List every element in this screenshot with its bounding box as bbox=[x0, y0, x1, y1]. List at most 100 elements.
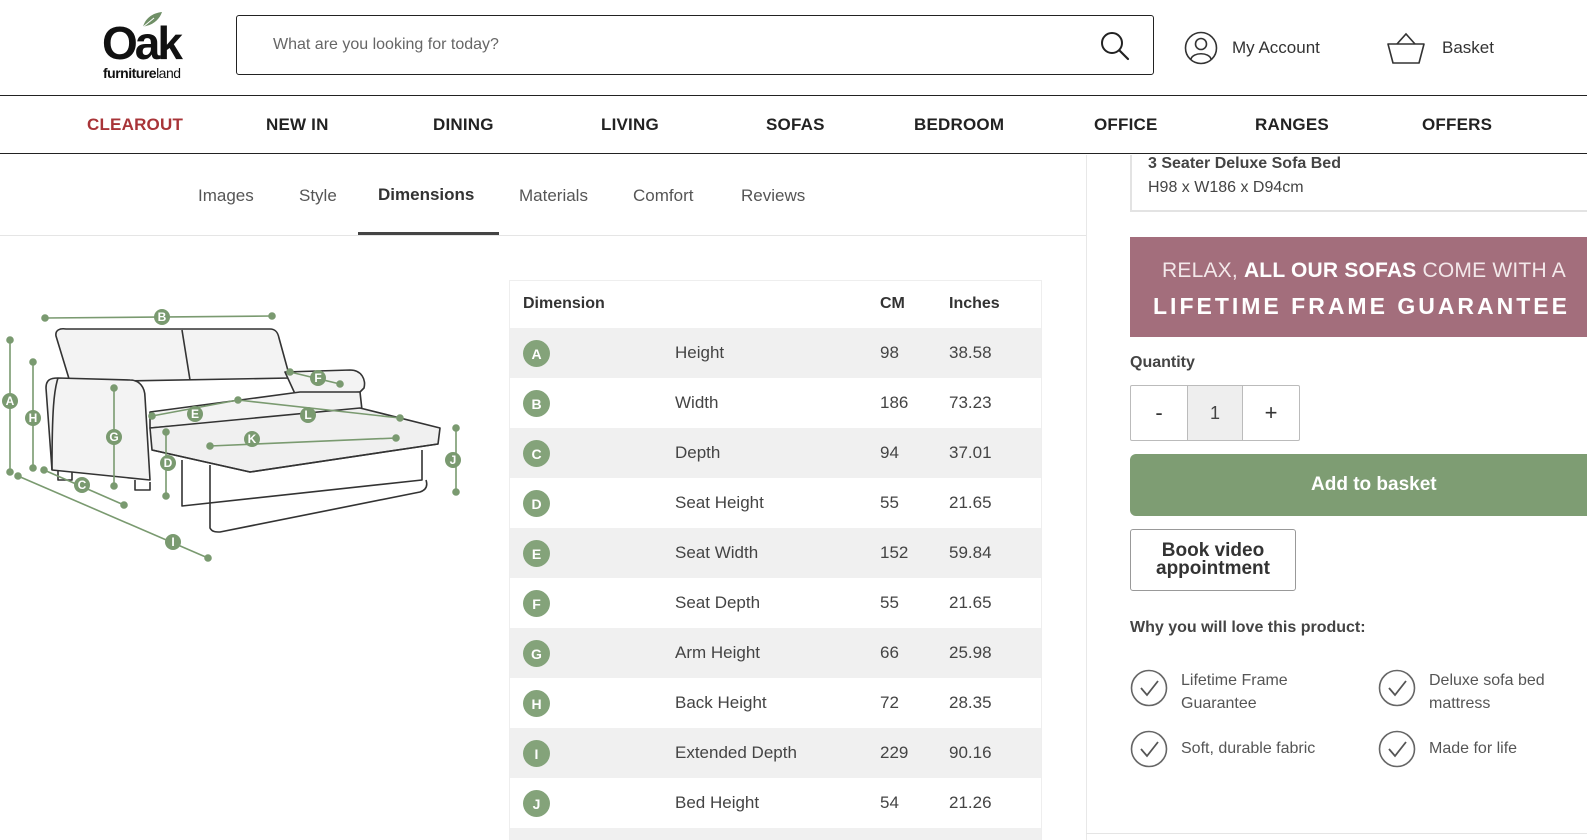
nav-item-new-in[interactable]: NEW IN bbox=[266, 115, 329, 135]
dimension-cm: 186 bbox=[880, 393, 909, 412]
dimension-name: Depth bbox=[675, 443, 721, 462]
table-row: C Depth 94 37.01 bbox=[510, 428, 1041, 478]
feature-item: Deluxe sofa bed mattress bbox=[1378, 669, 1579, 715]
table-row: H Back Height 72 28.35 bbox=[510, 678, 1041, 728]
dimension-inches: 37.01 bbox=[949, 443, 992, 462]
nav-item-living[interactable]: LIVING bbox=[601, 115, 659, 135]
dimension-name: Height bbox=[675, 343, 725, 362]
dimension-name: Seat Height bbox=[675, 493, 764, 512]
nav-item-ranges[interactable]: RANGES bbox=[1255, 115, 1329, 135]
diagram-label-f: F bbox=[310, 370, 326, 386]
diagram-label-a: A bbox=[2, 393, 18, 409]
dimension-cm: 66 bbox=[880, 643, 899, 662]
quantity-value[interactable]: 1 bbox=[1187, 386, 1243, 440]
diagram-label-c: C bbox=[74, 477, 90, 493]
sofa-bed-dimension-diagram: B A H G D C I E F L K J bbox=[2, 309, 461, 562]
tab-comfort[interactable]: Comfort bbox=[633, 186, 693, 206]
feature-item: Soft, durable fabric bbox=[1130, 730, 1315, 768]
column-header-cm: CM bbox=[880, 295, 905, 312]
dimension-letter-badge: I bbox=[523, 740, 550, 767]
dimensions-table: Dimension CM Inches A Height 98 38.58 B … bbox=[509, 280, 1042, 840]
nav-item-bedroom[interactable]: BEDROOM bbox=[914, 115, 1004, 135]
my-account-label: My Account bbox=[1232, 38, 1320, 57]
add-to-basket-button[interactable]: Add to basket bbox=[1130, 454, 1587, 516]
tab-style[interactable]: Style bbox=[299, 186, 337, 206]
table-row: D Seat Height 55 21.65 bbox=[510, 478, 1041, 528]
dimension-name: Seat Width bbox=[675, 543, 759, 562]
dimension-inches: 21.65 bbox=[949, 593, 992, 612]
tab-reviews[interactable]: Reviews bbox=[741, 186, 805, 206]
diagram-label-e: E bbox=[187, 406, 203, 422]
my-account-link[interactable]: My Account bbox=[1184, 30, 1320, 66]
dimension-letter-badge: D bbox=[523, 490, 550, 517]
nav-item-offers[interactable]: OFFERS bbox=[1422, 115, 1492, 135]
dimension-letter-badge: C bbox=[523, 440, 550, 467]
dimension-name: Back Height bbox=[675, 693, 767, 712]
svg-text:B: B bbox=[158, 310, 167, 324]
quantity-decrease-button[interactable]: - bbox=[1131, 386, 1187, 440]
dimension-letter-badge: H bbox=[523, 690, 550, 717]
promo-line-1: RELAX, ALL OUR SOFAS COME WITH A bbox=[1162, 259, 1566, 282]
svg-text:C: C bbox=[78, 478, 87, 492]
section-divider bbox=[1086, 833, 1587, 834]
diagram-label-j: J bbox=[445, 452, 461, 468]
feature-item: Lifetime Frame Guarantee bbox=[1130, 669, 1331, 715]
dimension-letter-badge: A bbox=[523, 340, 550, 367]
feature-item: Made for life bbox=[1378, 730, 1517, 768]
nav-item-dining[interactable]: DINING bbox=[433, 115, 494, 135]
oak-furnitureland-logo[interactable]: Oak furnitureland bbox=[102, 10, 202, 80]
column-divider bbox=[1086, 155, 1087, 840]
basket-icon bbox=[1387, 32, 1425, 64]
diagram-label-g: G bbox=[106, 429, 122, 445]
svg-text:I: I bbox=[171, 535, 174, 549]
dimension-letter-badge: G bbox=[523, 640, 550, 667]
svg-text:H: H bbox=[29, 411, 38, 425]
why-you-will-love-heading: Why you will love this product: bbox=[1130, 619, 1366, 636]
tab-materials[interactable]: Materials bbox=[519, 186, 588, 206]
nav-item-office[interactable]: OFFICE bbox=[1094, 115, 1158, 135]
dimension-cm: 98 bbox=[880, 343, 899, 362]
tab-images[interactable]: Images bbox=[198, 186, 254, 206]
active-tab-indicator bbox=[358, 232, 499, 235]
book-video-appointment-button[interactable]: Book video appointment bbox=[1130, 529, 1296, 591]
product-dimensions: H98 x W186 x D94cm bbox=[1148, 179, 1304, 196]
lifetime-guarantee-banner[interactable]: RELAX, ALL OUR SOFAS COME WITH A LIFETIM… bbox=[1130, 237, 1587, 337]
tab-dimensions[interactable]: Dimensions bbox=[378, 185, 474, 205]
dimension-letter-badge: B bbox=[523, 390, 550, 417]
search-icon[interactable] bbox=[1099, 30, 1131, 62]
dimension-inches: 28.35 bbox=[949, 693, 992, 712]
checkmark-circle-icon bbox=[1378, 669, 1416, 707]
dimension-inches: 38.58 bbox=[949, 343, 992, 362]
basket-link[interactable]: Basket bbox=[1386, 30, 1494, 66]
quantity-stepper: - 1 + bbox=[1130, 385, 1300, 441]
feature-text: Made for life bbox=[1429, 740, 1518, 757]
main-navigation: CLEAROUT NEW IN DINING LIVING SOFAS BEDR… bbox=[0, 96, 1587, 154]
column-header-dimension: Dimension bbox=[523, 295, 605, 312]
product-tabs: Images Style Dimensions Materials Comfor… bbox=[0, 155, 1086, 236]
dimension-letter-badge: E bbox=[523, 540, 550, 567]
feature-text: Soft, durable fabric bbox=[1181, 740, 1316, 757]
column-header-inches: Inches bbox=[949, 295, 1000, 312]
dimension-inches: 90.16 bbox=[949, 743, 992, 762]
dimension-inches: 21.65 bbox=[949, 493, 992, 512]
nav-item-sofas[interactable]: SOFAS bbox=[766, 115, 825, 135]
dimension-cm: 152 bbox=[880, 543, 909, 562]
dimension-name: Arm Height bbox=[675, 643, 761, 662]
table-header: Dimension CM Inches bbox=[510, 281, 1041, 328]
table-row: I Extended Depth 229 90.16 bbox=[510, 728, 1041, 778]
dimension-cm: 54 bbox=[880, 793, 899, 812]
diagram-label-i: I bbox=[165, 534, 181, 550]
svg-text:A: A bbox=[6, 394, 15, 408]
table-row: B Width 186 73.23 bbox=[510, 378, 1041, 428]
nav-item-clearout[interactable]: CLEAROUT bbox=[87, 115, 183, 135]
dimension-inches: 59.84 bbox=[949, 543, 992, 562]
basket-label: Basket bbox=[1442, 38, 1494, 57]
svg-text:L: L bbox=[304, 408, 311, 422]
search-input[interactable] bbox=[273, 33, 1073, 57]
svg-text:G: G bbox=[109, 430, 118, 444]
quantity-increase-button[interactable]: + bbox=[1243, 386, 1299, 440]
dimension-cm: 94 bbox=[880, 443, 899, 462]
table-row: G Arm Height 66 25.98 bbox=[510, 628, 1041, 678]
promo-line-2: LIFETIME FRAME GUARANTEE bbox=[1153, 293, 1570, 319]
product-name: 3 Seater Deluxe Sofa Bed bbox=[1148, 155, 1341, 172]
